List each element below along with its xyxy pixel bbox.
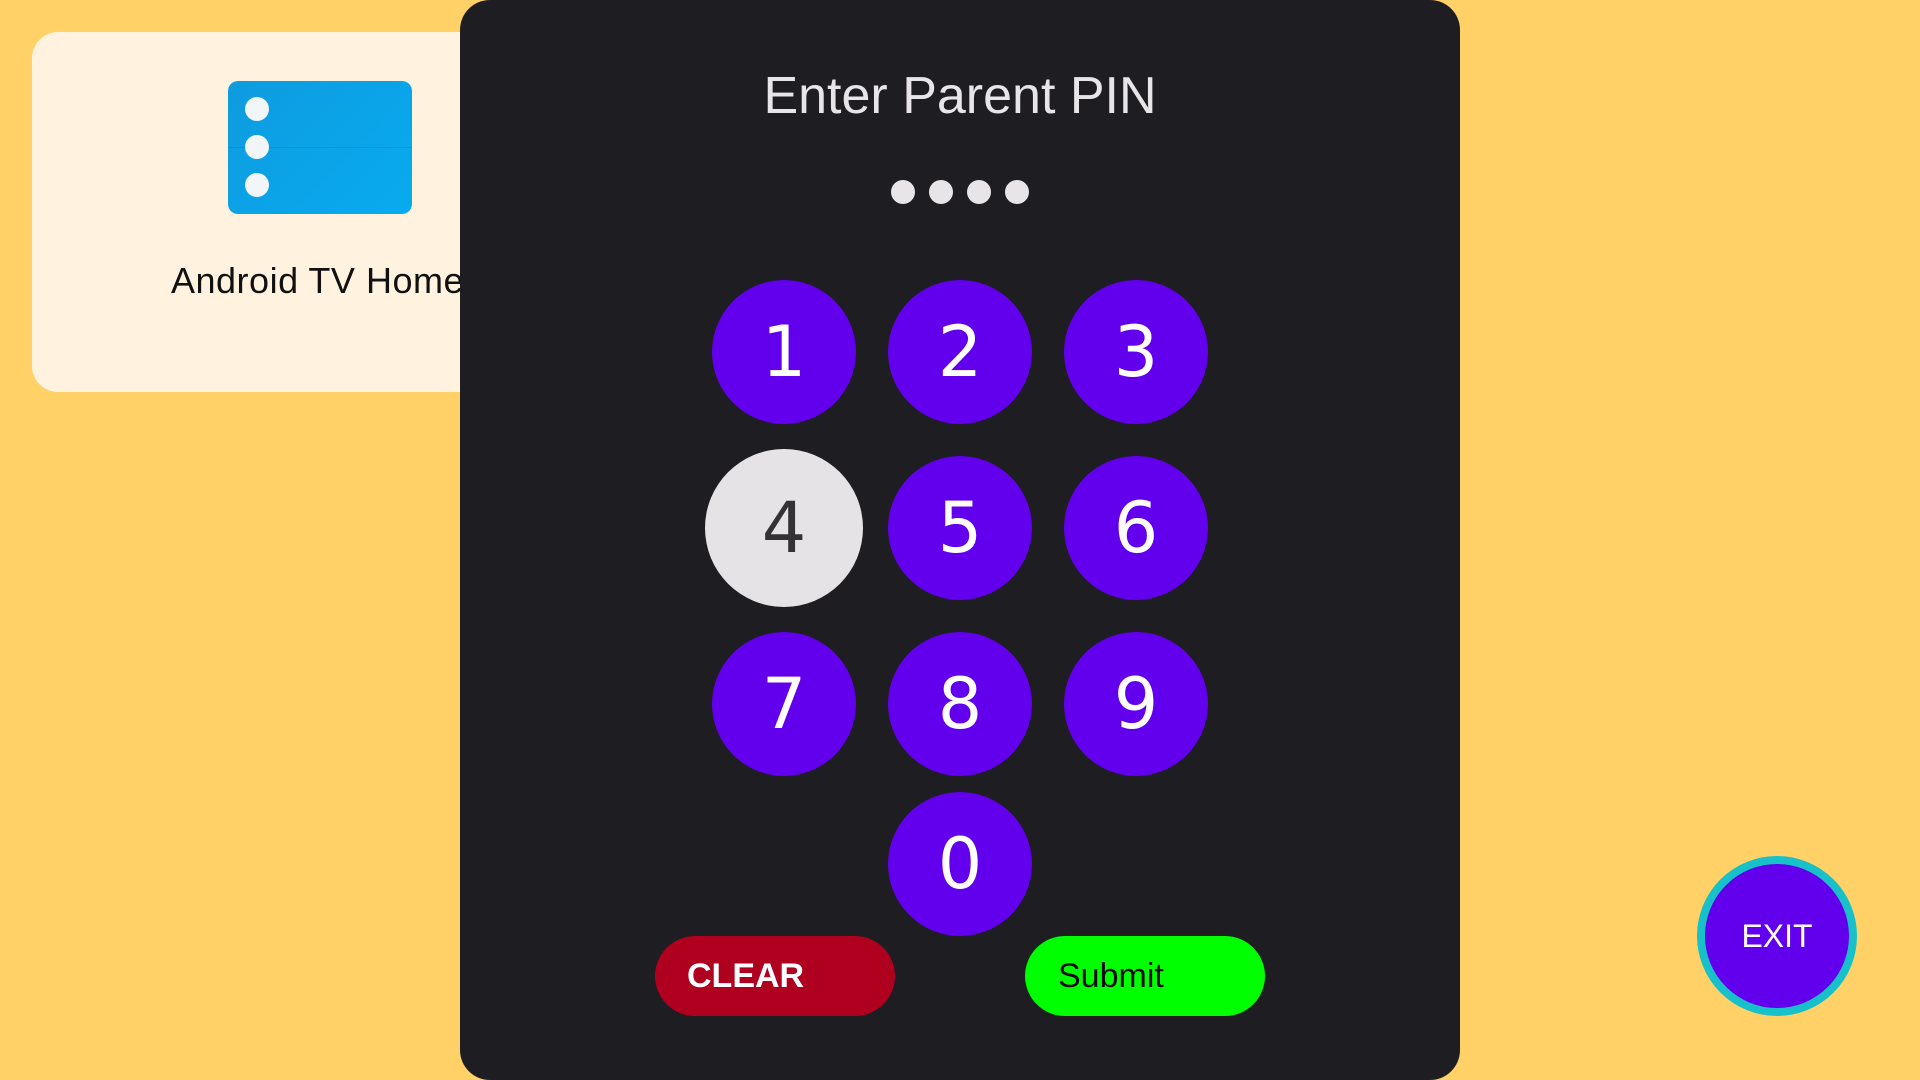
pin-dot [967,180,991,204]
keypad-key-8[interactable]: 8 [888,632,1032,776]
pin-entry-indicator [460,180,1460,204]
pin-dialog-title: Enter Parent PIN [763,67,1157,125]
keypad-key-6[interactable]: 6 [1064,456,1208,600]
keypad-key-2[interactable]: 2 [888,280,1032,424]
keypad-key-7[interactable]: 7 [712,632,856,776]
pin-dot [929,180,953,204]
pin-dot [891,180,915,204]
keypad-key-4[interactable]: 4 [705,449,863,607]
keypad-key-5[interactable]: 5 [888,456,1032,600]
pin-dot [1005,180,1029,204]
tv-home-settings-icon [228,81,412,214]
keypad-key-1[interactable]: 1 [712,280,856,424]
clear-button[interactable]: CLEAR [655,936,895,1016]
parent-pin-dialog: Enter Parent PIN 1 2 3 4 5 6 7 8 9 0 CLE… [460,0,1460,1080]
keypad-key-9[interactable]: 9 [1064,632,1208,776]
exit-button[interactable]: EXIT [1697,856,1857,1016]
keypad-key-0[interactable]: 0 [888,792,1032,936]
app-tile-label: Android TV Home [171,260,464,301]
keypad-key-3[interactable]: 3 [1064,280,1208,424]
submit-button[interactable]: Submit [1025,936,1265,1016]
